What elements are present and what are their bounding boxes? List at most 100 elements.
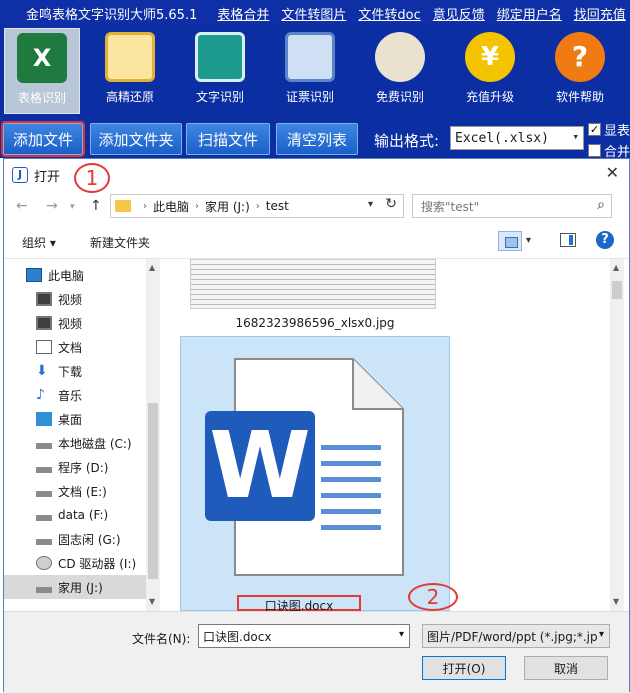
image-thumbnail[interactable] [190, 259, 436, 309]
ribbon-free-recognition[interactable]: 免费识别 [362, 28, 438, 114]
back-arrow-icon[interactable]: ← [16, 198, 28, 214]
forward-arrow-icon[interactable]: → [46, 198, 58, 214]
scroll-up-icon[interactable]: ▲ [149, 263, 155, 272]
yuan-coin-icon: ¥ [465, 32, 515, 82]
chevron-right-icon: › [143, 200, 147, 212]
sidebar-item[interactable]: CD 驱动器 (I:) [4, 551, 146, 575]
ribbon-label: 软件帮助 [555, 90, 604, 104]
sidebar-item-label: 文档 [58, 340, 83, 355]
filename-input[interactable]: 口诀图.docx ▾ [198, 624, 410, 648]
menu-table-merge[interactable]: 表格合并 [217, 4, 269, 23]
cancel-button[interactable]: 取消 [524, 656, 608, 680]
up-arrow-icon[interactable]: ↑ [90, 198, 102, 214]
excel-icon: X [17, 33, 67, 83]
menu-recover-recharge[interactable]: 找回充值 [574, 4, 626, 23]
output-format-select[interactable]: Excel(.xlsx) ▾ [450, 126, 584, 150]
file-name[interactable]: 1682323986596_xlsx0.jpg [200, 316, 430, 330]
file-name[interactable]: 口诀图.docx [237, 595, 361, 611]
open-button[interactable]: 打开(O) [422, 656, 506, 680]
scroll-thumb[interactable] [148, 403, 158, 579]
new-folder-button[interactable]: 新建文件夹 [90, 234, 150, 251]
view-icon[interactable] [498, 231, 522, 251]
annotation-2: 2 [408, 583, 458, 611]
breadcrumb-test[interactable]: test [266, 199, 289, 213]
dialog-footer: 文件名(N): 口诀图.docx ▾ 图片/PDF/word/ppt (*.jp… [4, 611, 629, 693]
add-file-button[interactable]: 添加文件 [1, 121, 85, 157]
scroll-up-icon[interactable]: ▲ [613, 263, 619, 272]
menu-file-to-image[interactable]: 文件转图片 [281, 4, 346, 23]
command-bar: 组织 ▾ 新建文件夹 ▾ ? [4, 223, 629, 259]
sidebar-item[interactable]: ♪ 音乐 [4, 383, 146, 407]
filename-label: 文件名(N): [132, 632, 191, 646]
ribbon-help[interactable]: ? 软件帮助 [542, 28, 618, 114]
ribbon-table-recognition[interactable]: X 表格识别 [4, 28, 80, 114]
video-icon [36, 292, 52, 306]
download-icon: ⬇ [36, 363, 48, 379]
sidebar-item[interactable]: 视频 [4, 287, 146, 311]
file-type-select[interactable]: 图片/PDF/word/ppt (*.jpg;*.jp ▾ [422, 624, 610, 648]
sidebar-item-label: 下载 [58, 364, 83, 379]
scroll-thumb[interactable] [612, 281, 622, 299]
selected-file-tile[interactable]: W 口诀图.docx [180, 336, 450, 611]
preview-pane-icon[interactable] [560, 233, 576, 247]
menu-feedback[interactable]: 意见反馈 [433, 4, 485, 23]
recent-dropdown-icon[interactable]: ▾ [70, 202, 75, 212]
chevron-down-icon: ▾ [572, 130, 579, 143]
chevron-down-icon[interactable]: ▾ [399, 629, 404, 640]
breadcrumb-drive-j[interactable]: 家用 (J:) [205, 198, 250, 215]
breadcrumb-this-pc[interactable]: 此电脑 [153, 198, 189, 215]
address-bar[interactable]: › 此电脑 › 家用 (J:) › test ▾ ↻ [110, 194, 404, 218]
sidebar-item[interactable]: 本地磁盘 (C:) [4, 431, 146, 455]
organize-button[interactable]: 组织 ▾ [22, 234, 56, 251]
sidebar-item[interactable]: 视频 [4, 311, 146, 335]
menu-file-to-doc[interactable]: 文件转doc [358, 4, 420, 23]
drive-icon [36, 443, 52, 449]
word-icon: W [205, 411, 315, 521]
organize-label: 组织 [22, 236, 47, 250]
ribbon-label: 高精还原 [105, 90, 154, 104]
ribbon-label: 证票识别 [285, 90, 334, 104]
sidebar-item[interactable]: ⬇ 下载 [4, 359, 146, 383]
close-icon[interactable]: ✕ [606, 163, 619, 182]
sidebar-item[interactable]: 固志闲 (G:) [4, 527, 146, 551]
refresh-icon[interactable]: ↻ [385, 196, 397, 212]
sidebar-item[interactable]: 文档 [4, 335, 146, 359]
drive-icon [36, 539, 52, 545]
ribbon-recharge[interactable]: ¥ 充值升级 [452, 28, 528, 114]
toolbar: 添加文件 添加文件夹 扫描文件 清空列表 输出格式: Excel(.xlsx) … [0, 118, 630, 160]
ribbon-id-recognition[interactable]: 证票识别 [272, 28, 348, 114]
sidebar-item[interactable]: 桌面 [4, 407, 146, 431]
nav-scrollbar[interactable]: ▲ ▼ [146, 259, 160, 611]
help-icon[interactable]: ? [596, 231, 614, 249]
sidebar-item[interactable]: data (F:) [4, 503, 146, 527]
sidebar-item-label: 家用 (J:) [58, 580, 103, 595]
chevron-down-icon[interactable]: ▾ [526, 235, 531, 246]
sidebar-item[interactable]: 文档 (E:) [4, 479, 146, 503]
sidebar-item-label: 视频 [58, 292, 83, 307]
sidebar-item[interactable]: 家用 (J:) [4, 575, 146, 599]
cd-drive-icon [36, 556, 52, 570]
scroll-down-icon[interactable]: ▼ [149, 597, 155, 606]
sidebar-item[interactable]: 程序 (D:) [4, 455, 146, 479]
show-table-label: 显表 [604, 124, 630, 139]
search-input[interactable]: 搜索"test" ⌕ [412, 194, 612, 218]
ribbon-high-precision[interactable]: 高精还原 [92, 28, 168, 114]
scan-file-button[interactable]: 扫描文件 [186, 123, 270, 155]
music-icon: ♪ [36, 387, 45, 403]
file-list-scrollbar[interactable]: ▲ ▼ [610, 259, 624, 611]
add-folder-button[interactable]: 添加文件夹 [90, 123, 182, 155]
checkbox-box [588, 144, 601, 157]
drive-icon [36, 491, 52, 497]
sidebar-item[interactable]: 此电脑 [4, 263, 146, 287]
sidebar-item-label: 文档 (E:) [58, 484, 107, 499]
clear-list-button[interactable]: 清空列表 [276, 123, 358, 155]
ribbon-text-recognition[interactable]: 文字识别 [182, 28, 258, 114]
filename-value: 口诀图.docx [203, 629, 272, 644]
chevron-right-icon: › [255, 200, 260, 212]
video-icon [36, 316, 52, 330]
menu-bind-username[interactable]: 绑定用户名 [497, 4, 562, 23]
scroll-down-icon[interactable]: ▼ [613, 597, 619, 606]
show-table-checkbox[interactable]: ✓ 显表 [588, 120, 630, 139]
chevron-down-icon[interactable]: ▾ [368, 199, 373, 210]
document-icon [36, 340, 52, 354]
